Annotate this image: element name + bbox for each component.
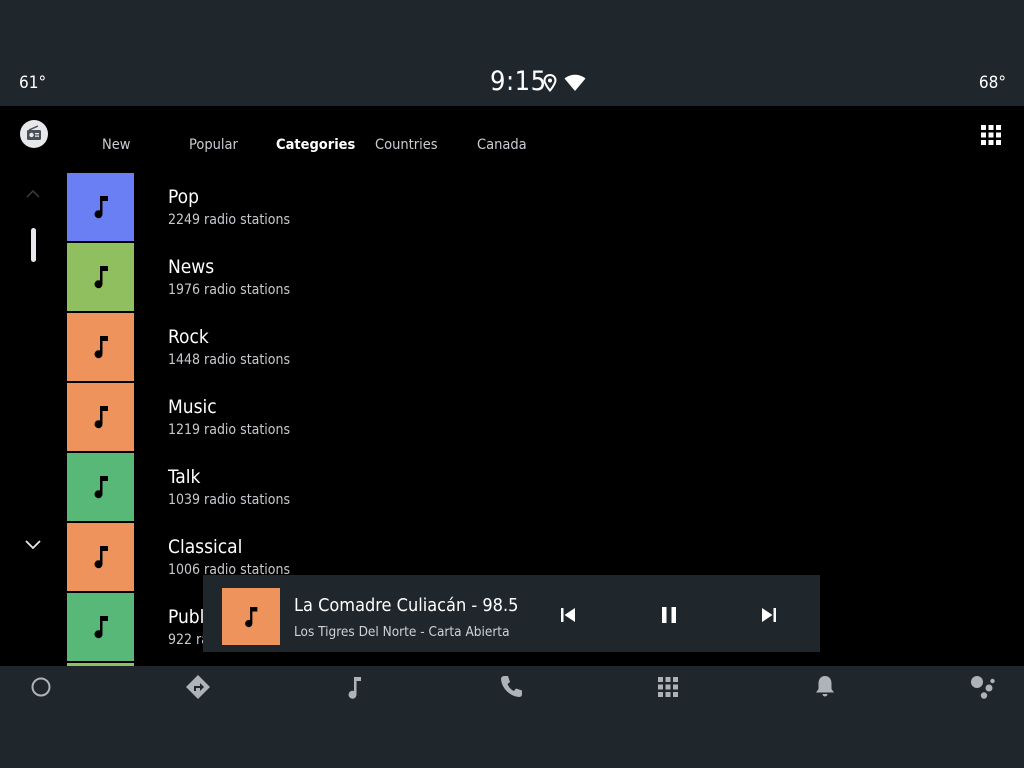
category-thumbnail	[67, 453, 134, 521]
category-item-music[interactable]: Music 1219 radio stations	[67, 383, 767, 451]
music-note-icon	[94, 616, 108, 639]
home-circle-icon	[31, 677, 51, 697]
category-station-count: 1448 radio stations	[168, 352, 291, 368]
music-note-icon	[94, 266, 108, 289]
category-item-news[interactable]: News 1976 radio stations	[67, 243, 767, 311]
skip-previous-button[interactable]	[557, 604, 579, 626]
category-thumbnail	[67, 173, 134, 241]
category-station-count: 2249 radio stations	[168, 212, 291, 228]
music-note-icon	[348, 677, 361, 699]
category-thumbnail	[67, 383, 134, 451]
skip-next-button[interactable]	[758, 604, 780, 626]
media-button[interactable]	[340, 672, 370, 702]
radio-app: New Popular Categories Countries Canada …	[0, 106, 1024, 666]
notifications-button[interactable]	[810, 672, 840, 702]
grid-menu-icon[interactable]	[981, 125, 1001, 145]
music-note-icon	[94, 476, 108, 499]
category-name: Music	[168, 396, 217, 418]
category-name: Rock	[168, 326, 209, 348]
category-station-count: 1219 radio stations	[168, 422, 291, 438]
bottom-navigation-bar	[0, 666, 1024, 768]
skip-previous-icon	[561, 608, 575, 622]
home-button[interactable]	[26, 672, 56, 702]
temperature-right[interactable]: 68°	[979, 73, 1006, 93]
category-station-count: 1039 radio stations	[168, 492, 291, 508]
navigation-button[interactable]	[183, 672, 213, 702]
now-playing-subtitle: Los Tigres Del Norte - Carta Abierta	[294, 624, 510, 640]
music-note-icon	[94, 336, 108, 359]
radio-icon	[27, 125, 41, 140]
category-name: Talk	[168, 466, 201, 488]
pause-button[interactable]	[658, 604, 680, 626]
now-playing-title-container: La Comadre Culiacán - 98.5 FM	[294, 595, 522, 619]
category-thumbnail	[67, 313, 134, 381]
scroll-down-icon[interactable]	[24, 538, 42, 550]
category-item-rock[interactable]: Rock 1448 radio stations	[67, 313, 767, 381]
music-note-icon	[94, 196, 108, 219]
tab-canada[interactable]: Canada	[477, 137, 527, 153]
music-note-icon	[94, 406, 108, 429]
clock: 9:15	[490, 66, 547, 97]
scroll-up-icon[interactable]	[24, 188, 42, 200]
app-grid-icon	[658, 677, 678, 697]
category-thumbnail	[67, 593, 134, 661]
tab-categories[interactable]: Categories	[276, 137, 355, 153]
category-name: News	[168, 256, 215, 278]
location-pin-icon	[543, 74, 557, 92]
category-name: Pop	[168, 186, 199, 208]
notification-bell-icon	[816, 676, 834, 697]
radio-app-icon[interactable]	[20, 120, 48, 148]
music-note-icon	[94, 546, 108, 569]
category-station-count: 1976 radio stations	[168, 282, 291, 298]
category-item-pop[interactable]: Pop 2249 radio stations	[67, 173, 767, 241]
navigation-icon	[186, 675, 210, 699]
tab-popular[interactable]: Popular	[189, 137, 238, 153]
status-bar: 61° 9:15 68°	[0, 0, 1024, 106]
tab-countries[interactable]: Countries	[375, 137, 438, 153]
now-playing-bar[interactable]: La Comadre Culiacán - 98.5 FM Los Tigres…	[203, 575, 820, 652]
tab-new[interactable]: New	[102, 137, 130, 153]
now-playing-title: La Comadre Culiacán - 98.5 FM	[294, 595, 522, 616]
temperature-left[interactable]: 61°	[19, 73, 46, 93]
skip-next-icon	[762, 608, 776, 622]
now-playing-artwork	[222, 588, 280, 645]
phone-icon	[501, 676, 522, 697]
phone-button[interactable]	[496, 672, 526, 702]
app-launcher-button[interactable]	[653, 672, 683, 702]
scrollbar-thumb[interactable]	[31, 228, 36, 262]
pause-icon	[662, 607, 676, 623]
music-note-icon	[245, 606, 258, 627]
category-item-talk[interactable]: Talk 1039 radio stations	[67, 453, 767, 521]
category-thumbnail	[67, 523, 134, 591]
category-name: Classical	[168, 536, 243, 558]
category-thumbnail	[67, 243, 134, 311]
assistant-button[interactable]	[967, 672, 997, 702]
assistant-icon	[971, 676, 995, 699]
wifi-icon	[564, 74, 586, 91]
